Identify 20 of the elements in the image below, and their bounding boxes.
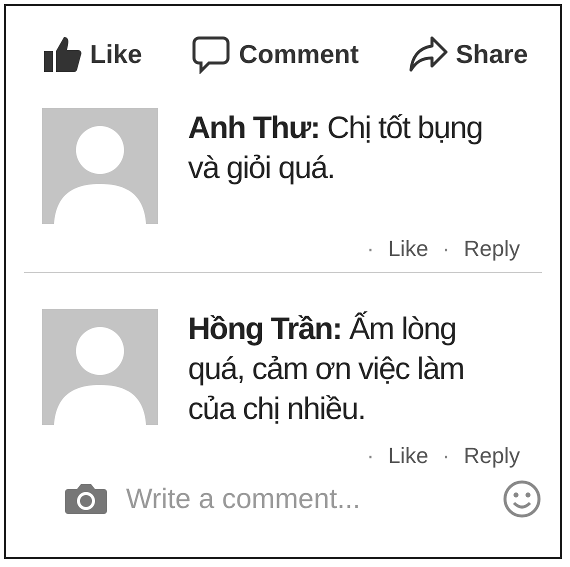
comment-button[interactable]: Comment: [190, 34, 359, 74]
comment-action-link[interactable]: Reply: [464, 236, 520, 262]
comment-action-link[interactable]: Like: [388, 443, 428, 469]
thumbs-up-icon: [42, 34, 82, 74]
like-button[interactable]: Like: [42, 34, 142, 74]
camera-icon[interactable]: [64, 483, 108, 515]
comment-action-link[interactable]: Like: [388, 236, 428, 262]
avatar-icon: [42, 309, 158, 425]
comment-action-link[interactable]: Reply: [464, 443, 520, 469]
avatar-icon: [42, 108, 158, 224]
separator-dot: ·: [366, 443, 374, 469]
smiley-icon[interactable]: [502, 479, 542, 519]
separator-dot: ·: [442, 236, 450, 262]
separator-dot: ·: [442, 443, 450, 469]
share-button[interactable]: Share: [408, 34, 528, 74]
separator-dot: ·: [366, 236, 374, 262]
comment-text: Hồng Trần: Ấm lòng quá, cảm ơn việc làm của chị nhiều.: [188, 310, 465, 428]
speech-bubble-icon: [190, 34, 231, 74]
comment-text: Anh Thư: Chị tốt bụng và giỏi quá.: [188, 109, 484, 187]
share-arrow-icon: [408, 34, 448, 74]
